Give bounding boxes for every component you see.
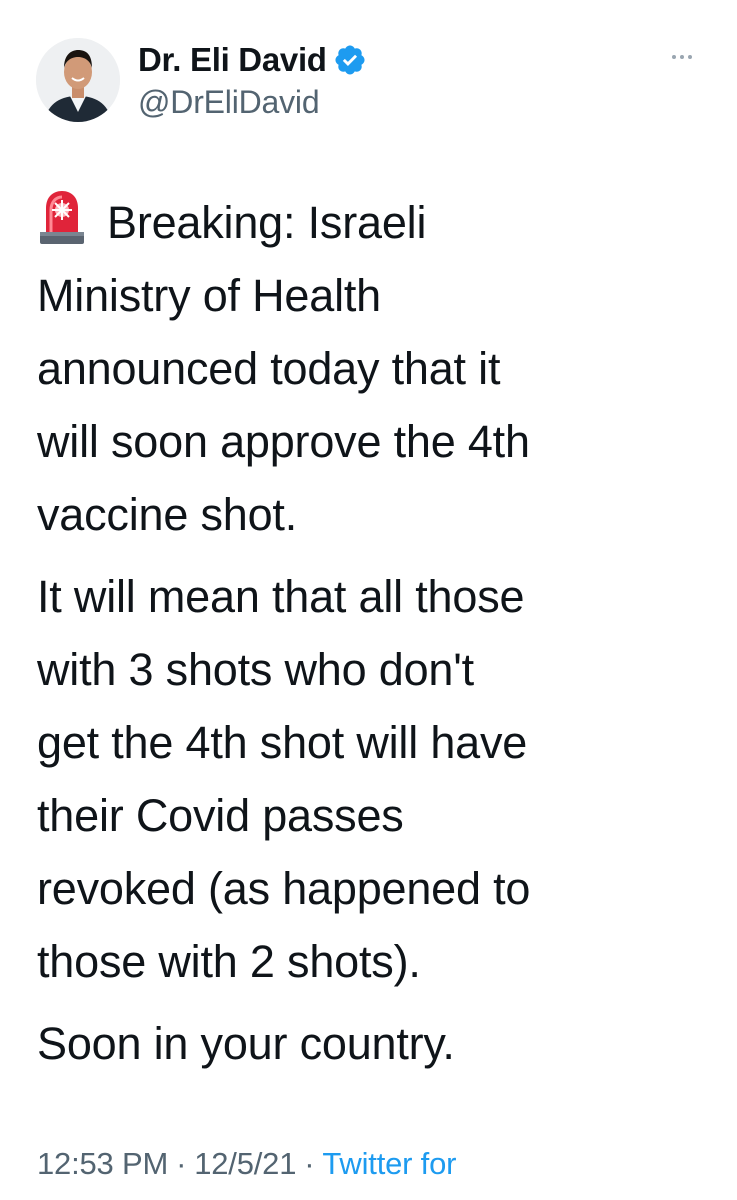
tweet-line: It will mean that all those [37,571,525,622]
meta-separator: · [176,1146,187,1181]
tweet-line: Breaking: Israeli [37,186,707,259]
tweet-line: Ministry of Health [37,270,382,321]
tweet-line: with 3 shots who don't [37,644,474,695]
tweet-text: Breaking: Israeli Ministry of Health ann… [37,186,707,1080]
tweet-meta: 12:53 PM · 12/5/21 · Twitter for [37,1146,456,1182]
tweet-date[interactable]: 12/5/21 [194,1146,296,1181]
tweet-line: will soon approve the 4th [37,416,530,467]
author-name-row: Dr. Eli David [138,40,367,80]
tweet-line: get the 4th shot will have [37,717,528,768]
tweet-line: revoked (as happened to [37,863,531,914]
tweet-time[interactable]: 12:53 PM [37,1146,168,1181]
tweet-line: those with 2 shots). [37,936,421,987]
tweet-paragraph-3: Soon in your country. [37,1007,707,1080]
tweet-line: their Covid passes [37,790,404,841]
author-display-name[interactable]: Dr. Eli David [138,41,327,79]
tweet-line: announced today that it [37,343,501,394]
tweet-paragraph-2: It will mean that all those with 3 shots… [37,560,707,998]
more-options-icon[interactable] [667,42,697,72]
verified-badge-icon [333,43,367,77]
police-car-light-icon [37,188,87,246]
tweet-line: Soon in your country. [37,1018,455,1069]
tweet-card: Dr. Eli David @DrEliDavid Breaking: Isra… [0,0,737,1200]
more-dot [680,55,684,59]
tweet-paragraph-1: Breaking: Israeli Ministry of Health ann… [37,186,707,551]
avatar[interactable] [36,38,120,122]
avatar-image [36,38,120,122]
tweet-line: vaccine shot. [37,489,298,540]
author-handle[interactable]: @DrEliDavid [138,84,320,121]
meta-separator: · [304,1146,315,1181]
tweet-line-text: Breaking: Israeli [107,197,427,248]
tweet-source-link[interactable]: Twitter for [322,1146,456,1181]
more-dot [688,55,692,59]
more-dot [672,55,676,59]
